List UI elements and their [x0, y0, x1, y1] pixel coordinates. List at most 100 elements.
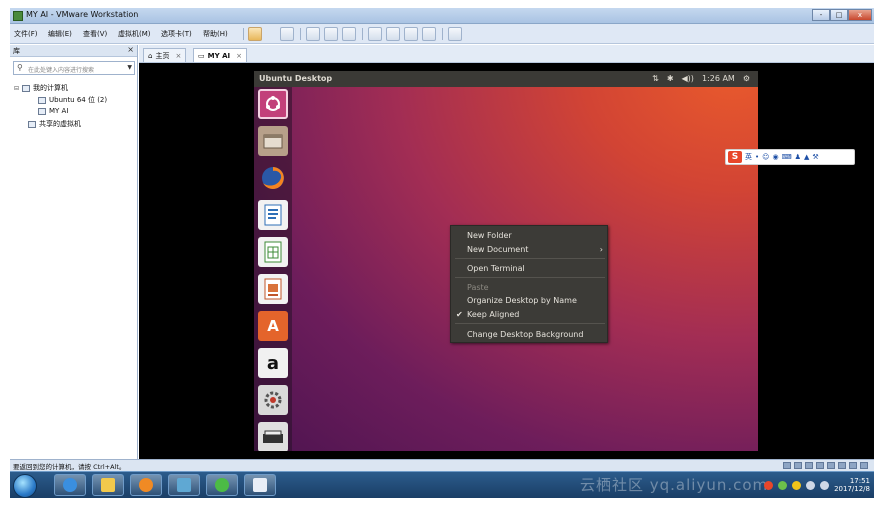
tray-app-icon[interactable]	[792, 480, 802, 490]
menu-file[interactable]: 文件(F)	[14, 29, 38, 39]
taskbar-app[interactable]	[168, 474, 200, 496]
printer-icon[interactable]	[838, 462, 846, 469]
menu-item-open-terminal[interactable]: Open Terminal	[467, 264, 525, 273]
bluetooth-icon[interactable]: ✱	[667, 74, 674, 83]
snapshot-icon[interactable]	[306, 27, 320, 41]
message-log-icon[interactable]	[860, 462, 868, 469]
file-manager-icon[interactable]	[258, 126, 288, 156]
taskbar-ie[interactable]	[54, 474, 86, 496]
vmware-app-icon	[13, 11, 23, 21]
network-icon[interactable]: ⇅	[652, 74, 659, 83]
taskbar-explorer[interactable]	[92, 474, 124, 496]
punctuation-icon[interactable]: •	[755, 153, 759, 161]
console-view-icon[interactable]	[448, 27, 462, 41]
taskbar-media-player[interactable]	[130, 474, 162, 496]
network-icon[interactable]	[806, 480, 816, 490]
chevron-down-icon[interactable]: ▼	[127, 64, 132, 71]
taskbar-clock[interactable]: 17:51 2017/12/8	[834, 477, 870, 493]
user-icon[interactable]: ♟	[795, 153, 801, 161]
close-tab-icon[interactable]: ×	[236, 52, 242, 60]
skin-icon[interactable]: ▲	[804, 153, 809, 161]
tab-bar: ⌂ 主页 × ▭ MY AI ×	[139, 45, 874, 63]
tree-item-shared-vms[interactable]: 共享的虚拟机	[28, 119, 81, 129]
wrench-icon[interactable]: ⚒	[812, 153, 818, 161]
tab-home-label: 主页	[155, 51, 170, 60]
toolbar-separator	[243, 28, 244, 40]
network-adapter-icon[interactable]	[805, 462, 813, 469]
menu-edit[interactable]: 编辑(E)	[48, 29, 72, 39]
vm-icon: ▭	[198, 51, 205, 60]
volume-icon[interactable]	[820, 480, 830, 490]
send-ctrl-alt-del-icon[interactable]	[280, 27, 294, 41]
taskbar-vmware[interactable]	[244, 474, 276, 496]
emoji-icon[interactable]: ☺	[762, 153, 769, 161]
display-icon[interactable]	[849, 462, 857, 469]
libreoffice-writer-icon[interactable]	[258, 200, 288, 230]
library-search-input[interactable]: ⚲ 在此处键入内容进行搜索 ▼	[13, 61, 135, 75]
tree-item-my-computer[interactable]: ⊟ 我的计算机	[14, 83, 68, 93]
sound-icon[interactable]	[827, 462, 835, 469]
collapse-icon[interactable]: ⊟	[14, 85, 19, 92]
menu-item-change-background[interactable]: Change Desktop Background	[467, 330, 583, 339]
tree-item-my-ai-vm[interactable]: MY AI	[38, 107, 68, 115]
unity-icon[interactable]	[422, 27, 436, 41]
keyboard-icon[interactable]: ⌨	[782, 153, 792, 161]
tab-my-ai[interactable]: ▭ MY AI ×	[193, 48, 247, 62]
minimize-button[interactable]: -	[812, 9, 830, 21]
menu-item-organize-by-name[interactable]: Organize Desktop by Name	[467, 296, 577, 305]
libreoffice-impress-icon[interactable]	[258, 274, 288, 304]
menu-tabs[interactable]: 选项卡(T)	[161, 29, 192, 39]
usb-icon[interactable]	[816, 462, 824, 469]
tree-label: MY AI	[49, 107, 69, 115]
menu-vm[interactable]: 虚拟机(M)	[118, 29, 151, 39]
tree-item-ubuntu-vm[interactable]: Ubuntu 64 位 (2)	[38, 95, 107, 105]
menu-item-keep-aligned[interactable]: Keep Aligned	[467, 310, 519, 319]
gear-icon[interactable]: ⚙	[743, 74, 750, 83]
full-screen-icon[interactable]	[404, 27, 418, 41]
start-button[interactable]	[13, 474, 37, 498]
close-tab-icon[interactable]: ×	[175, 52, 181, 60]
tab-home[interactable]: ⌂ 主页 ×	[143, 48, 187, 62]
ubuntu-dash-icon[interactable]	[258, 89, 288, 119]
firefox-icon[interactable]	[258, 163, 288, 193]
ime-mode-label[interactable]: 英	[745, 152, 752, 162]
clock-time: 17:51	[849, 477, 870, 485]
window-title: MY AI - VMware Workstation	[26, 10, 139, 19]
show-library-icon[interactable]	[368, 27, 382, 41]
system-tray: 17:51 2017/12/8	[764, 477, 870, 493]
thumbnail-bar-icon[interactable]	[386, 27, 400, 41]
pause-icon[interactable]	[248, 27, 262, 41]
scanner-icon[interactable]	[258, 422, 288, 451]
sogou-logo-icon[interactable]: S	[728, 151, 742, 163]
ubuntu-software-icon[interactable]: A	[258, 311, 288, 341]
hard-disk-icon[interactable]	[783, 462, 791, 469]
menu-help[interactable]: 帮助(H)	[203, 29, 228, 39]
voice-icon[interactable]: ◉	[772, 153, 778, 161]
device-icons	[783, 462, 868, 469]
revert-snapshot-icon[interactable]	[324, 27, 338, 41]
snapshot-manager-icon[interactable]	[342, 27, 356, 41]
clock[interactable]: 1:26 AM	[702, 74, 735, 83]
tree-label: 我的计算机	[33, 84, 69, 92]
folder-icon	[101, 478, 115, 492]
ubuntu-desktop[interactable]: Ubuntu Desktop ⇅ ✱ ◀)) 1:26 AM ⚙ A a New…	[254, 71, 758, 451]
taskbar-360[interactable]	[206, 474, 238, 496]
cd-dvd-icon[interactable]	[794, 462, 802, 469]
system-settings-icon[interactable]	[258, 385, 288, 415]
menu-item-new-folder[interactable]: New Folder	[467, 231, 512, 240]
maximize-button[interactable]: □	[830, 9, 848, 21]
security-icon	[215, 478, 229, 492]
libreoffice-calc-icon[interactable]	[258, 237, 288, 267]
library-close-icon[interactable]: ×	[127, 45, 134, 54]
amazon-icon[interactable]: a	[258, 348, 288, 378]
ime-toolbar[interactable]: S 英 • ☺ ◉ ⌨ ♟ ▲ ⚒	[725, 149, 855, 165]
vm-console[interactable]: Ubuntu Desktop ⇅ ✱ ◀)) 1:26 AM ⚙ A a New…	[139, 63, 874, 459]
ime-tray-icon[interactable]	[764, 480, 774, 490]
menu-item-new-document[interactable]: New Document	[467, 245, 528, 254]
volume-icon[interactable]: ◀))	[682, 74, 694, 83]
vm-icon	[38, 107, 46, 115]
menu-view[interactable]: 查看(V)	[83, 29, 107, 39]
tray-app-icon[interactable]	[778, 480, 788, 490]
title-bar: MY AI - VMware Workstation - □ x	[10, 8, 874, 24]
close-button[interactable]: x	[848, 9, 872, 21]
